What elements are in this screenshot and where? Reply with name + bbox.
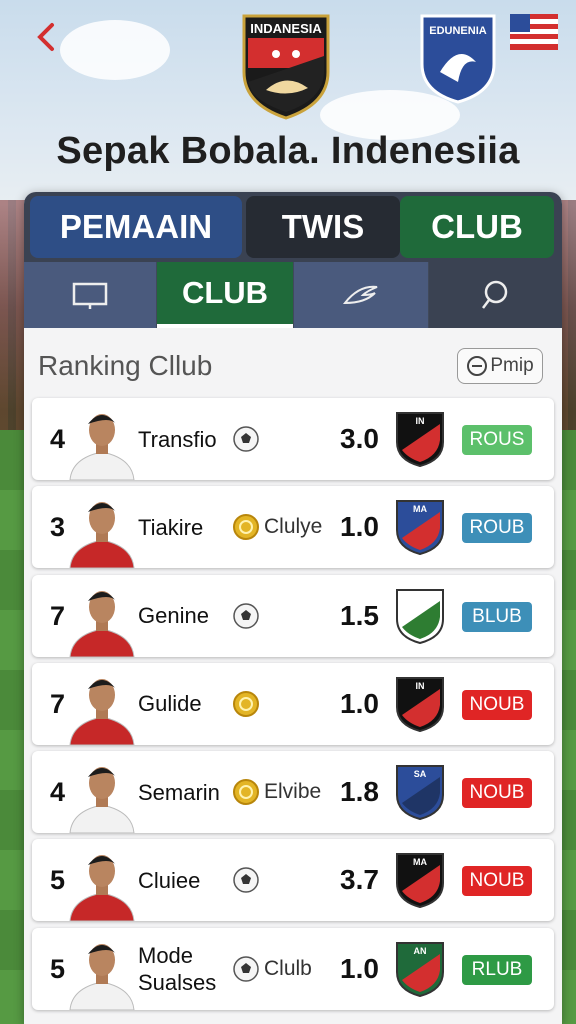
shield-crest-icon: INDANESIA bbox=[242, 14, 330, 120]
row-rank: 5 bbox=[50, 865, 66, 896]
tab-screen[interactable] bbox=[24, 262, 156, 328]
player-note: Clulb bbox=[264, 956, 312, 980]
table-row[interactable]: 7 Genine 1.5 BL BLUB bbox=[32, 574, 554, 658]
tab-club[interactable]: CLUB bbox=[400, 196, 554, 258]
cloud bbox=[60, 20, 170, 80]
crest-left: INDANESIA bbox=[238, 12, 334, 120]
filter-button[interactable]: Pmip bbox=[457, 348, 543, 384]
club-crest-icon: MA bbox=[394, 851, 446, 909]
crest-right: EDUNENIA bbox=[418, 12, 498, 104]
tab-pemaain[interactable]: PEMAAIN bbox=[30, 196, 242, 258]
soccer-ball-icon bbox=[232, 955, 260, 983]
player-score: 3.0 bbox=[340, 423, 379, 454]
ranking-list: 4 Transfio 3.0 IN ROUS 3 Tiakire Clulye 1.0 MA ROU… bbox=[32, 398, 554, 1016]
row-rank: 5 bbox=[50, 953, 66, 984]
gold-coin-icon bbox=[232, 690, 260, 718]
player-score: 1.8 bbox=[340, 776, 379, 808]
tab-wing[interactable] bbox=[294, 262, 428, 328]
status-badge[interactable]: ROUB bbox=[462, 513, 532, 544]
player-avatar bbox=[66, 755, 138, 834]
player-avatar bbox=[66, 932, 138, 1011]
club-crest-text: AN bbox=[414, 946, 427, 956]
table-row[interactable]: 5 Mode Sualses Clulb 1.0 AN RLUB bbox=[32, 927, 554, 1011]
row-rank: 7 bbox=[50, 688, 66, 719]
player-note: Elvibe bbox=[264, 780, 322, 804]
soccer-ball-icon bbox=[232, 425, 260, 453]
table-row[interactable]: 3 Tiakire Clulye 1.0 MA ROUB bbox=[32, 486, 554, 569]
ranking-panel: PEMAAIN TWIS CLUB CLUB Ranking Cllub Pmi… bbox=[24, 192, 562, 1024]
club-crest-icon: MA bbox=[394, 498, 446, 556]
club-crest-icon: IN bbox=[394, 410, 446, 468]
club-crest-icon: AN bbox=[394, 940, 446, 998]
row-rank: 4 bbox=[50, 424, 66, 454]
chevron-left-icon bbox=[37, 23, 54, 51]
club-crest-text: BL bbox=[414, 593, 426, 603]
player-name: Cluiee bbox=[138, 867, 201, 893]
player-name: Tiakire bbox=[138, 514, 204, 540]
player-name: Mode Sualses bbox=[138, 942, 217, 995]
club-crest-icon: IN bbox=[394, 675, 446, 733]
table-row[interactable]: 5 Cluiee 3.7 MA NOUB bbox=[32, 839, 554, 922]
tab-twis[interactable]: TWIS bbox=[246, 196, 400, 258]
status-badge[interactable]: ROUS bbox=[462, 425, 532, 455]
crest-left-text: INDANESIA bbox=[250, 21, 322, 36]
soccer-ball-icon bbox=[232, 866, 260, 894]
player-avatar bbox=[66, 579, 138, 658]
club-crest-text: MA bbox=[413, 504, 427, 514]
tab-club-active[interactable]: CLUB bbox=[157, 262, 293, 328]
player-score: 1.0 bbox=[340, 952, 379, 984]
tab-search[interactable] bbox=[429, 262, 562, 328]
row-rank: 3 bbox=[50, 512, 66, 543]
player-avatar bbox=[66, 667, 138, 746]
table-row[interactable]: 4 Transfio 3.0 IN ROUS bbox=[32, 398, 554, 481]
back-button[interactable] bbox=[34, 22, 64, 56]
main-tabs: PEMAAIN TWIS CLUB bbox=[24, 192, 562, 264]
player-avatar bbox=[66, 843, 138, 922]
search-icon bbox=[481, 280, 507, 309]
player-name: Transfio bbox=[138, 426, 217, 452]
player-score: 3.7 bbox=[340, 864, 379, 896]
us-flag-icon[interactable] bbox=[510, 14, 558, 50]
player-score: 1.0 bbox=[340, 511, 379, 543]
status-badge[interactable]: RLUB bbox=[462, 954, 532, 985]
status-badge[interactable]: NOUB bbox=[462, 866, 532, 897]
screen-icon bbox=[72, 282, 108, 309]
player-name: Gulide bbox=[138, 691, 202, 717]
page-title: Sepak Bobala. Indenesiia bbox=[56, 130, 520, 172]
icon-tabs: CLUB bbox=[24, 262, 562, 328]
player-avatar bbox=[66, 402, 138, 481]
shield-crest-icon: EDUNENIA bbox=[420, 14, 496, 104]
player-avatar bbox=[66, 490, 138, 569]
club-crest-icon: BL bbox=[394, 587, 446, 645]
player-score: 1.0 bbox=[340, 687, 379, 719]
gold-coin-icon bbox=[232, 778, 260, 806]
status-badge[interactable]: NOUB bbox=[462, 778, 532, 809]
crest-right-text: EDUNENIA bbox=[429, 25, 487, 37]
gold-coin-icon bbox=[232, 513, 260, 541]
status-badge[interactable]: NOUB bbox=[462, 689, 532, 720]
row-rank: 4 bbox=[50, 777, 66, 808]
wing-icon bbox=[342, 285, 378, 305]
section-title: Ranking Cllub bbox=[38, 350, 213, 381]
filter-icon bbox=[467, 356, 488, 376]
club-crest-text: SA bbox=[414, 769, 427, 779]
table-row[interactable]: 4 Semarin Elvibe 1.8 SA NOUB bbox=[32, 751, 554, 834]
club-crest-icon: SA bbox=[394, 763, 446, 821]
player-name: Genine bbox=[138, 603, 209, 629]
player-score: 1.5 bbox=[340, 599, 379, 631]
player-note: Clulye bbox=[264, 515, 323, 539]
row-rank: 7 bbox=[50, 600, 66, 631]
status-badge[interactable]: BLUB bbox=[462, 601, 532, 632]
player-name: Semarin bbox=[138, 779, 220, 805]
filter-label: Pmip bbox=[490, 355, 534, 376]
club-crest-text: IN bbox=[416, 416, 425, 426]
table-row[interactable]: 7 Gulide 1.0 IN NOUB bbox=[32, 662, 554, 746]
club-crest-text: IN bbox=[416, 681, 425, 691]
soccer-ball-icon bbox=[232, 602, 260, 630]
club-crest-text: MA bbox=[413, 857, 427, 867]
